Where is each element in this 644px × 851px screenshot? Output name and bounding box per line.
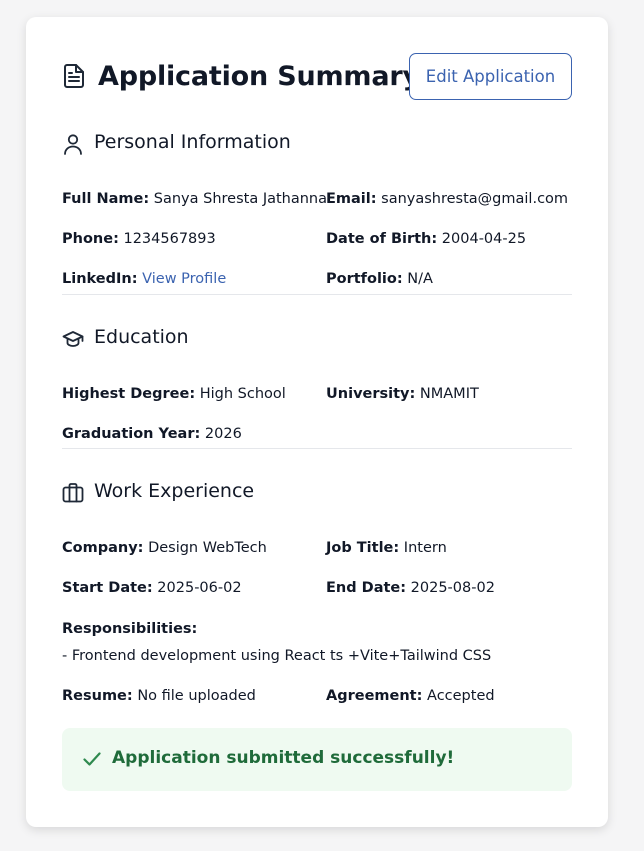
section-divider (62, 294, 572, 295)
section-header: Education (62, 326, 572, 352)
field-value: 2025-08-02 (410, 580, 495, 596)
portfolio-field: Portfolio: N/A (326, 271, 433, 287)
linkedin-profile-link[interactable]: View Profile (142, 271, 226, 287)
field-value: NMAMIT (419, 386, 479, 402)
section-header: Personal Information (62, 131, 572, 157)
field-label: Graduation Year: (62, 426, 201, 442)
field-label: Portfolio: (326, 271, 403, 287)
highest-degree-field: Highest Degree: High School (62, 386, 286, 402)
responsibilities-text: - Frontend development using React ts +V… (62, 648, 491, 664)
email-field: Email: sanyashresta@gmail.com (326, 191, 568, 207)
field-value: - Frontend development using React ts +V… (62, 648, 492, 664)
field-value: Accepted (427, 688, 495, 704)
section-divider (62, 448, 572, 449)
field-label: Company: (62, 540, 144, 556)
field-value: Design WebTech (148, 540, 267, 556)
field-label: Date of Birth: (326, 231, 438, 247)
section-title: Personal Information (94, 131, 291, 153)
edit-application-button[interactable]: Edit Application (409, 53, 572, 100)
field-label: University: (326, 386, 416, 402)
start-date-field: Start Date: 2025-06-02 (62, 580, 242, 596)
field-value: 2004-04-25 (441, 231, 527, 247)
agreement-field: Agreement: Accepted (326, 688, 495, 704)
field-label: Resume: (62, 688, 133, 704)
field-value: No file uploaded (137, 688, 256, 704)
field-label: Agreement: (326, 688, 423, 704)
company-field: Company: Design WebTech (62, 540, 267, 556)
graduation-year-field: Graduation Year: 2026 (62, 426, 242, 442)
field-value: High School (199, 386, 286, 402)
date-of-birth-field: Date of Birth: 2004-04-25 (326, 231, 526, 247)
field-label: Phone: (62, 231, 119, 247)
document-icon (64, 64, 84, 88)
graduation-cap-icon (62, 331, 84, 347)
phone-field: Phone: 1234567893 (62, 231, 216, 247)
job-title-field: Job Title: Intern (326, 540, 447, 556)
section-title: Work Experience (94, 480, 255, 502)
field-label: Full Name: (62, 191, 150, 207)
field-label: Job Title: (326, 540, 400, 556)
responsibilities-label: Responsibilities: (62, 621, 197, 637)
linkedin-field: LinkedIn: View Profile (62, 271, 226, 287)
application-summary-card: Application Summary Edit Application Per… (26, 17, 608, 827)
field-label: End Date: (326, 580, 407, 596)
field-label: Email: (326, 191, 377, 207)
field-label: LinkedIn: (62, 271, 138, 287)
field-value: sanyashresta@gmail.com (381, 191, 569, 207)
field-value: Sanya Shresta Jathanna (153, 191, 328, 207)
success-message: Application submitted successfully! (112, 748, 455, 768)
field-label: Start Date: (62, 580, 153, 596)
user-icon (64, 134, 82, 155)
full-name-field: Full Name: Sanya Shresta Jathanna (62, 191, 327, 207)
field-value: 2026 (204, 426, 242, 442)
university-field: University: NMAMIT (326, 386, 479, 402)
field-value: 1234567893 (123, 231, 216, 247)
success-banner: Application submitted successfully! (62, 728, 572, 791)
field-label: Responsibilities: (62, 621, 198, 637)
field-value: Intern (403, 540, 447, 556)
field-value: 2025-06-02 (157, 580, 242, 596)
field-label: Highest Degree: (62, 386, 196, 402)
check-icon (83, 752, 101, 766)
page-title: Application Summary (98, 61, 420, 92)
section-header: Work Experience (62, 480, 572, 506)
briefcase-icon (62, 483, 84, 503)
summary-header: Application Summary Edit Application (62, 53, 572, 101)
section-title: Education (94, 326, 189, 348)
resume-field: Resume: No file uploaded (62, 688, 256, 704)
end-date-field: End Date: 2025-08-02 (326, 580, 495, 596)
field-value: N/A (407, 271, 433, 287)
